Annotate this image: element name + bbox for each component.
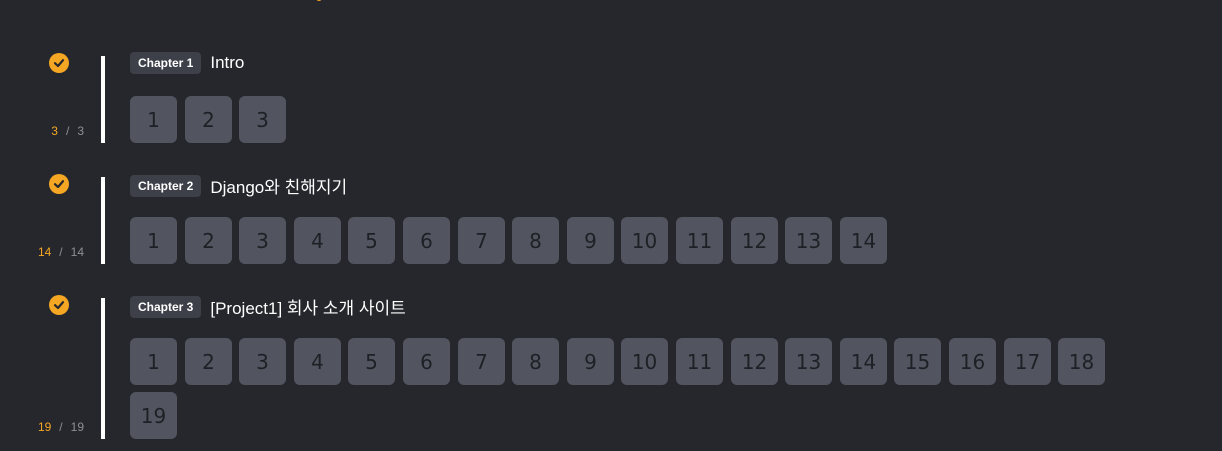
unit-button[interactable]: 2 [185,96,232,143]
chapter-header: Chapter 1 Intro [130,52,244,74]
unit-button[interactable]: 8 [512,338,559,385]
chapter-list: 3/3 Chapter 1 Intro 123 14/14 Chapter 2 … [0,0,1222,451]
unit-button[interactable]: 11 [676,217,723,264]
unit-button[interactable]: 4 [294,217,341,264]
chapter-progress: 19 / 19 [38,420,84,434]
unit-button[interactable]: 9 [567,217,614,264]
progress-separator: / [59,245,63,259]
unit-button[interactable]: 8 [512,217,559,264]
completed-count: 19 [37,420,52,434]
unit-button[interactable]: 7 [458,217,505,264]
total-count: 3 [77,124,84,138]
unit-button[interactable]: 13 [785,338,832,385]
unit-button[interactable]: 13 [785,217,832,264]
progress-separator: / [59,420,63,434]
chapter-progress-line [101,177,105,264]
chapter-progress-line [101,56,105,143]
unit-button[interactable]: 10 [621,217,668,264]
unit-button[interactable]: 12 [731,217,778,264]
completed-count: 14 [37,245,52,259]
unit-button[interactable]: 5 [348,338,395,385]
unit-button[interactable]: 6 [403,217,450,264]
unit-button[interactable]: 4 [294,338,341,385]
unit-button[interactable]: 1 [130,217,177,264]
progress-separator: / [65,124,70,138]
chapter-progress-line [101,298,105,439]
unit-button[interactable]: 11 [676,338,723,385]
chapter-tag: Chapter 2 [130,174,202,197]
check-circle-icon [49,295,69,315]
unit-button[interactable]: 3 [239,217,286,264]
decorative-mark [316,0,322,1]
check-circle-icon [49,174,69,194]
chapter-header: Chapter 3 [Project1] 회사 소개 사이트 [130,294,406,319]
chapter-tag: Chapter 1 [130,52,202,74]
unit-button[interactable]: 16 [949,338,996,385]
chapter-progress: 14 / 14 [38,245,84,259]
chapter-progress: 3 / 3 [51,124,84,138]
unit-button[interactable]: 15 [894,338,941,385]
unit-button[interactable]: 7 [458,338,505,385]
check-circle-icon [49,53,69,73]
unit-button[interactable]: 9 [567,338,614,385]
unit-button[interactable]: 3 [239,338,286,385]
unit-button[interactable]: 18 [1058,338,1105,385]
unit-button[interactable]: 6 [403,338,450,385]
unit-button[interactable]: 12 [731,338,778,385]
unit-button[interactable]: 17 [1004,338,1051,385]
completed-count: 3 [51,124,58,138]
chapter-tag: Chapter 3 [130,295,202,318]
unit-button[interactable]: 19 [130,392,177,439]
chapter-title: Intro [210,53,245,72]
chapter-header: Chapter 2 Django와 친해지기 [130,173,347,198]
unit-button[interactable]: 14 [840,217,887,264]
unit-button[interactable]: 3 [239,96,286,143]
total-count: 14 [70,245,84,259]
chapter-title: Django와 친해지기 [210,178,348,197]
chapter-title: [Project1] 회사 소개 사이트 [210,299,406,318]
unit-button[interactable]: 1 [130,96,177,143]
total-count: 19 [70,420,84,434]
unit-button[interactable]: 5 [348,217,395,264]
unit-button[interactable]: 10 [621,338,668,385]
unit-button[interactable]: 2 [185,338,232,385]
unit-button[interactable]: 14 [840,338,887,385]
unit-button[interactable]: 1 [130,338,177,385]
unit-button[interactable]: 2 [185,217,232,264]
